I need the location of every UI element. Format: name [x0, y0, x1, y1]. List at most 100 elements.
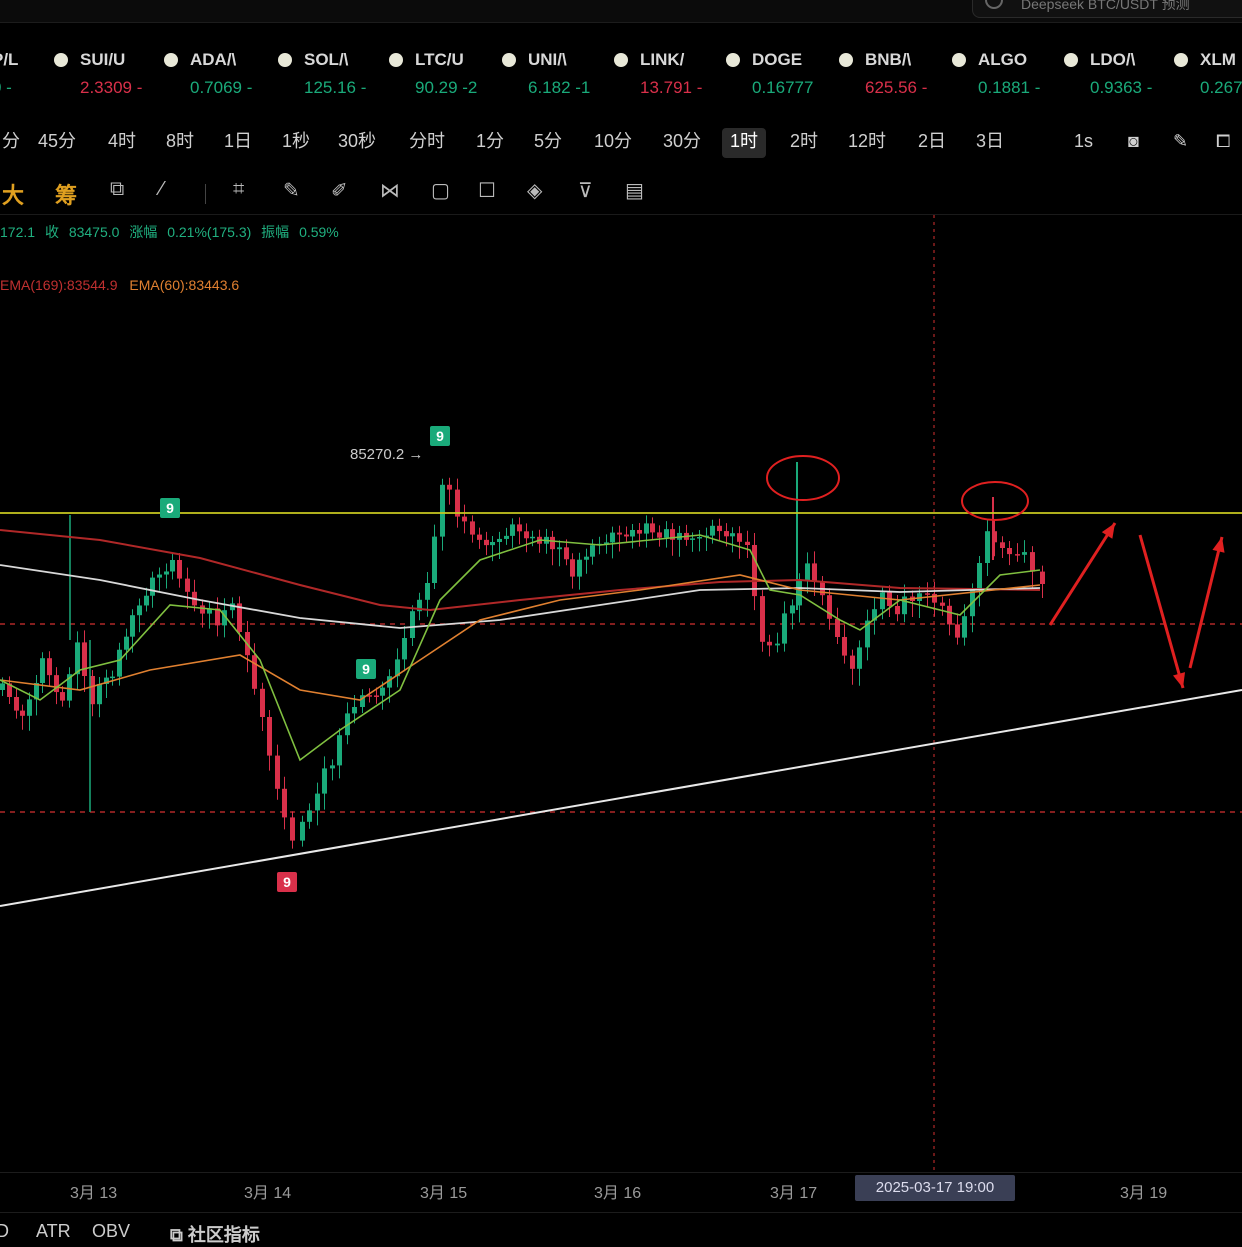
search-icon [985, 0, 1003, 9]
period-7[interactable]: 分时 [401, 128, 453, 158]
candle-body [267, 717, 272, 756]
ticker-symbol: SOL/\ [304, 50, 349, 69]
ticker-item-0[interactable]: P/L 0 - [0, 50, 18, 98]
ticker-dot-icon [278, 53, 292, 67]
period-4[interactable]: 1日 [216, 128, 260, 158]
ma-fast-line [0, 534, 1041, 762]
ticker-symbol: LINK/ [640, 50, 685, 69]
brush-icon[interactable]: ✐ [331, 178, 348, 203]
candle-body [517, 524, 522, 532]
ticker-dot-icon [726, 53, 740, 67]
candle-body [760, 596, 765, 642]
pencil-icon[interactable]: ✎ [283, 178, 300, 203]
trash-icon[interactable]: ▤ [625, 178, 644, 203]
ticker-item-7[interactable]: DOGE 0.16777 [726, 50, 813, 98]
ticker-dot-icon [839, 53, 853, 67]
period-2[interactable]: 4时 [100, 128, 144, 158]
candle-body [215, 608, 220, 626]
ticker-price: 0 - [0, 78, 12, 97]
candle-body [577, 559, 582, 577]
candle-body [962, 616, 967, 638]
expand-icon[interactable]: ⧠ [1208, 128, 1238, 158]
candle-body [730, 533, 735, 537]
candle-body [657, 532, 662, 538]
period-3[interactable]: 8时 [158, 128, 202, 158]
candle-body [947, 605, 952, 625]
big-order-tool[interactable]: 大 [2, 178, 24, 210]
candle-body [570, 559, 575, 577]
draw-line-icon[interactable]: ⁄ [160, 178, 163, 201]
period-14[interactable]: 12时 [840, 128, 894, 158]
ticker-item-2[interactable]: ADA/\ 0.7069 - [164, 50, 252, 98]
price-chart[interactable]: 85270.2 → 9 9 9 9 [0, 215, 1242, 1170]
camera-icon[interactable]: ◙ [1120, 128, 1147, 158]
period-6[interactable]: 30秒 [330, 128, 384, 158]
period-11[interactable]: 30分 [655, 128, 709, 158]
ticker-item-10[interactable]: LDO/\ 0.9363 - [1064, 50, 1152, 98]
candle-body [157, 574, 162, 578]
eraser-icon[interactable]: ◈ [527, 178, 542, 203]
forecast-arrow-down-head [1173, 672, 1186, 688]
period-12[interactable]: 1时 [722, 128, 767, 158]
period-0[interactable]: 分 [0, 128, 28, 158]
ticker-dot-icon [164, 53, 178, 67]
indicator-tab-1[interactable]: ATR [36, 1221, 71, 1242]
ticker-item-1[interactable]: SUI/U 2.3309 - [54, 50, 142, 98]
pen-icon[interactable]: ✎ [1165, 128, 1196, 158]
ticker-item-11[interactable]: XLM 0.2678 [1174, 50, 1242, 98]
candle-body [97, 684, 102, 705]
crop-icon[interactable]: ⌗ [233, 178, 244, 201]
ticker-item-6[interactable]: LINK/13.791 - [614, 50, 702, 98]
candle-body [170, 560, 175, 572]
candle-body [510, 524, 515, 536]
candle-body [737, 533, 742, 542]
period-1[interactable]: 45分 [30, 128, 84, 158]
candle-body [82, 642, 87, 676]
candle-body [805, 563, 810, 581]
time-label: 3月 14 [244, 1185, 292, 1202]
period-16[interactable]: 3日 [968, 128, 1012, 158]
chip-tool[interactable]: 筹 [55, 178, 77, 210]
period-15[interactable]: 2日 [910, 128, 954, 158]
ticker-dot-icon [1064, 53, 1078, 67]
period-8[interactable]: 1分 [468, 128, 512, 158]
ticker-item-9[interactable]: ALGO 0.1881 - [952, 50, 1040, 98]
ticker-item-8[interactable]: BNB/\ 625.56 - [839, 50, 927, 98]
period-10[interactable]: 10分 [586, 128, 640, 158]
candle-body [60, 692, 65, 701]
indicator-tab-3[interactable]: ⧉ 社区指标 [170, 1221, 260, 1247]
period-selector: 分 45分 4时 8时 1日 1秒 30秒 分时 1分 5分 10分 30分 1时 2时 12时 2日 3日 1s… [0, 120, 1242, 162]
indicator-icon[interactable]: ⧉ [110, 178, 124, 201]
period-13[interactable]: 2时 [782, 128, 826, 158]
ticker-item-5[interactable]: UNI/\ 6.182 -1 [502, 50, 590, 98]
candle-body [402, 638, 407, 660]
ticker-dot-icon [54, 53, 68, 67]
candle-body [164, 571, 169, 575]
candle-body [664, 529, 669, 538]
ticker-item-4[interactable]: LTC/U 90.29 -2 [389, 50, 477, 98]
indicator-tab-0[interactable]: D [0, 1221, 9, 1242]
candle-body [432, 536, 437, 583]
candle-body [710, 525, 715, 536]
period-17[interactable]: 1s [1066, 128, 1101, 158]
td-marker-label: 9 [283, 874, 291, 890]
period-5[interactable]: 1秒 [274, 128, 318, 158]
lock-icon[interactable]: ▢ [431, 178, 450, 203]
indicator-tab-2[interactable]: OBV [92, 1221, 130, 1242]
ticker-symbol: XLM [1200, 50, 1236, 69]
candle-body [932, 594, 937, 603]
filter-icon[interactable]: ⊽ [578, 178, 593, 203]
ruler-icon[interactable]: ⋈ [380, 178, 400, 203]
candle-body [880, 592, 885, 610]
candle-body [782, 613, 787, 644]
edit-box-icon[interactable]: ☐ [478, 178, 496, 203]
ticker-symbol: UNI/\ [528, 50, 567, 69]
search-text: Deepseek BTC/USDT 预测 [1021, 0, 1190, 12]
ticker-item-3[interactable]: SOL/\ 125.16 - [278, 50, 366, 98]
candle-body [724, 531, 729, 537]
period-9[interactable]: 5分 [526, 128, 570, 158]
candle-body [177, 560, 182, 579]
time-label: 3月 19 [1120, 1185, 1168, 1202]
candle-body [842, 637, 847, 656]
search-input[interactable]: Deepseek BTC/USDT 预测 [972, 0, 1242, 18]
